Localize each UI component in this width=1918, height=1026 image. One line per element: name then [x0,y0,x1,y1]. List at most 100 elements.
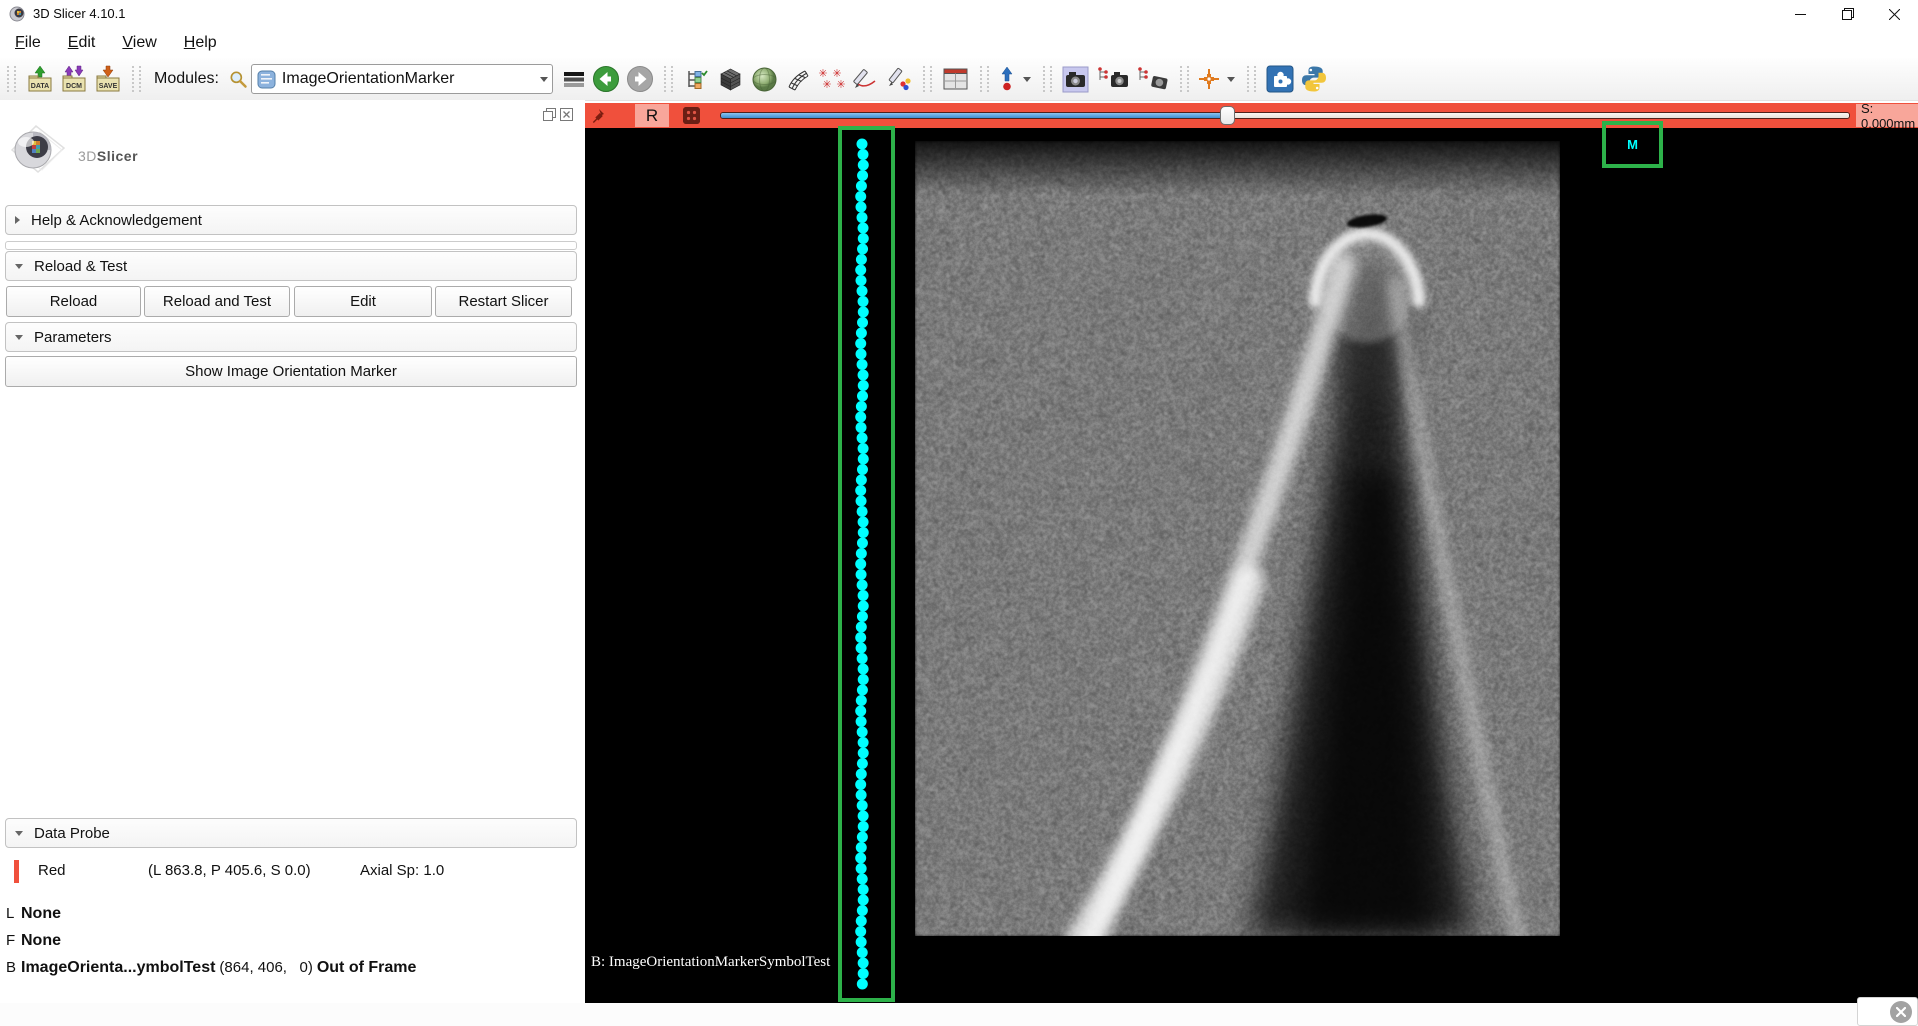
load-data-icon: DATA [26,65,54,93]
crosshair-icon [1198,68,1220,90]
section-parameters[interactable]: Parameters [5,322,577,352]
modules-history-icon [564,72,584,87]
show-image-orientation-marker-button[interactable]: Show Image Orientation Marker [5,356,577,387]
module-icon [257,70,276,89]
extensions-manager-button[interactable] [1263,62,1297,96]
module-list-icon [685,68,708,91]
scene-view-capture-button[interactable] [1093,62,1133,96]
module-selector-value: ImageOrientationMarker [282,70,534,88]
slicer-logo [6,120,70,176]
save-button[interactable]: SAVE [91,62,125,96]
collapsed-content-frame [5,241,577,250]
slice-color-swatch [14,860,19,883]
toolbar-drag-handle[interactable] [1247,66,1256,92]
annotations-icon [886,66,912,92]
menu-file[interactable]: File [15,34,41,52]
scene-view-restore-button[interactable] [1133,62,1173,96]
slider-track [1229,113,1849,118]
volume-rendering-icon [717,66,744,93]
python-console-button[interactable] [1297,62,1331,96]
close-icon [1896,1007,1906,1017]
section-data-probe[interactable]: Data Probe [5,818,577,848]
slider-groove[interactable] [720,112,1850,119]
load-data-button[interactable]: DATA [23,62,57,96]
markups-button[interactable]: ✳✳✳✳ [812,62,848,96]
python-console-icon [1300,65,1328,93]
slicer-window: 3D Slicer 4.10.1 File Edit View Help [0,0,1918,1026]
statusbar-close-button[interactable] [1890,1001,1912,1023]
data-probe-slice-row: Red (L 863.8, P 405.6, S 0.0) Axial Sp: … [0,858,585,886]
edit-button[interactable]: Edit [294,286,432,317]
collapse-arrow-icon [15,831,23,836]
module-back-icon [592,65,620,93]
menu-edit[interactable]: Edit [68,34,96,52]
close-button[interactable] [1871,0,1918,28]
load-dicom-button[interactable]: DCM [57,62,91,96]
window-title: 3D Slicer 4.10.1 [33,6,126,21]
close-panel-icon[interactable] [560,108,573,121]
section-help-acknowledgement[interactable]: Help & Acknowledgement [5,205,577,235]
chevron-down-icon [1227,77,1235,82]
crosshair-button[interactable] [1196,62,1222,96]
minimize-button[interactable] [1777,0,1824,28]
collapse-arrow-icon [15,264,23,269]
collapse-arrow-icon [15,335,23,340]
layout-selector-button[interactable] [939,62,973,96]
red-slice-view[interactable]: R S: 0.000mm M B: Imag [585,103,1918,1003]
menu-view[interactable]: View [122,34,156,52]
toolbar-drag-handle[interactable] [923,66,932,92]
module-list-button[interactable] [680,62,714,96]
corner-annotation: B: ImageOrientationMarkerSymbolTest [591,954,830,971]
data-probe-layer-L: LNone [6,905,581,932]
module-forward-button[interactable] [623,62,657,96]
restore-button[interactable] [1824,0,1871,28]
toolbar-drag-handle[interactable] [1043,66,1052,92]
ruler-button[interactable] [848,62,882,96]
toolbar-drag-handle[interactable] [664,66,673,92]
svg-text:SAVE: SAVE [99,83,118,90]
highlight-rect-marker-m: M [1602,121,1663,168]
module-selector[interactable]: ImageOrientationMarker [251,64,553,94]
module-search-button[interactable] [225,62,251,96]
annotations-button[interactable] [882,62,916,96]
slider-handle[interactable] [1220,106,1235,125]
module-search-icon [228,69,248,89]
volume-rendering-button[interactable] [714,62,748,96]
chevron-down-icon [540,77,548,82]
toolbar-drag-handle[interactable] [7,66,16,92]
title-bar: 3D Slicer 4.10.1 [0,0,1918,28]
expand-arrow-icon [15,216,20,224]
module-back-button[interactable] [589,62,623,96]
modules-history-button[interactable] [559,62,589,96]
slice-intersections-menu-button[interactable] [1018,62,1036,96]
status-bar [0,1003,1918,1026]
undock-panel-icon[interactable] [543,108,556,121]
load-dicom-icon: DCM [60,65,88,93]
error-log-frame [1857,997,1918,1026]
transforms-button[interactable] [782,62,812,96]
slice-intersections-button[interactable] [996,62,1018,96]
slice-menu-icon[interactable] [683,107,700,124]
screenshot-button[interactable] [1059,62,1093,96]
svg-text:✳: ✳ [822,79,831,91]
restore-icon [1842,8,1854,20]
slice-offset-slider[interactable] [720,103,1850,128]
section-reload-test[interactable]: Reload & Test [5,251,577,281]
pin-icon[interactable] [591,108,605,123]
crosshair-menu-button[interactable] [1222,62,1240,96]
slice-name: Red [38,862,66,879]
menu-help[interactable]: Help [184,34,217,52]
menu-bar: File Edit View Help [0,28,1918,58]
reload-and-test-button[interactable]: Reload and Test [144,286,290,317]
ultrasound-image[interactable] [915,141,1560,936]
toolbar-drag-handle[interactable] [132,66,141,92]
models-button[interactable] [748,62,782,96]
restart-slicer-button[interactable]: Restart Slicer [435,286,572,317]
minimize-icon [1795,9,1806,20]
toolbar-drag-handle[interactable] [980,66,989,92]
reload-button[interactable]: Reload [6,286,141,317]
transforms-icon [785,67,809,91]
slice-spacing: Axial Sp: 1.0 [360,862,444,879]
module-forward-icon [626,65,654,93]
toolbar-drag-handle[interactable] [1180,66,1189,92]
